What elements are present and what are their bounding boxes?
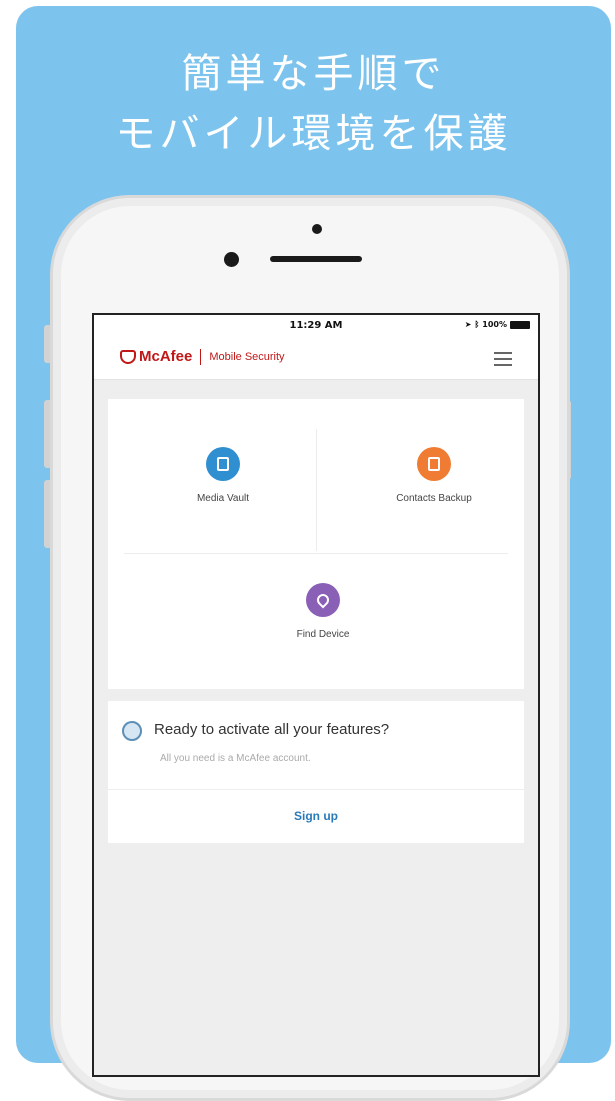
location-arrow-icon: ➤ [464,320,472,329]
activate-subtitle: All you need is a McAfee account. [160,753,311,764]
feature-label: Contacts Backup [396,493,472,504]
front-camera-icon [312,224,322,234]
hamburger-menu-icon[interactable] [494,352,512,366]
features-panel: Media Vault Contacts Backup Find Device [108,399,524,689]
lock-icon [206,447,240,481]
status-bar: 11:29 AM ➤ ᛒ 100% [94,315,538,337]
battery-percent: 100% [482,320,507,329]
app-header: McAfee Mobile Security [94,337,538,380]
bluetooth-icon: ᛒ [474,320,480,329]
headline: 簡単な手順で モバイル環境を保護 [16,44,611,164]
contacts-icon [417,447,451,481]
proximity-sensor-icon [224,252,239,267]
card-divider [108,789,524,790]
feature-contacts-backup[interactable]: Contacts Backup [364,447,504,504]
account-icon [122,721,142,741]
earpiece-speaker [270,256,362,262]
activate-card: Ready to activate all your features? All… [108,701,524,843]
headline-line-1: 簡単な手順で [181,51,446,97]
product-name: Mobile Security [209,350,285,363]
feature-label: Media Vault [196,493,250,504]
feature-label: Find Device [296,629,350,640]
feature-find-device[interactable]: Find Device [258,583,388,640]
brand-name: McAfee [139,348,193,365]
brand-separator [200,348,202,365]
phone-screen: 11:29 AM ➤ ᛒ 100% McAfee Mobile Security… [92,313,540,1077]
headline-line-2: モバイル環境を保護 [115,111,512,157]
feature-divider-horizontal [124,553,508,554]
battery-icon [510,320,530,329]
activate-title: Ready to activate all your features? [154,721,390,738]
mcafee-shield-icon [120,349,136,364]
location-pin-icon [306,583,340,617]
brand-logo: McAfee Mobile Security [120,348,285,365]
feature-divider-vertical [316,429,317,551]
feature-media-vault[interactable]: Media Vault [158,447,288,504]
sign-up-button[interactable]: Sign up [108,809,524,823]
status-indicators: ➤ ᛒ 100% [465,320,530,329]
